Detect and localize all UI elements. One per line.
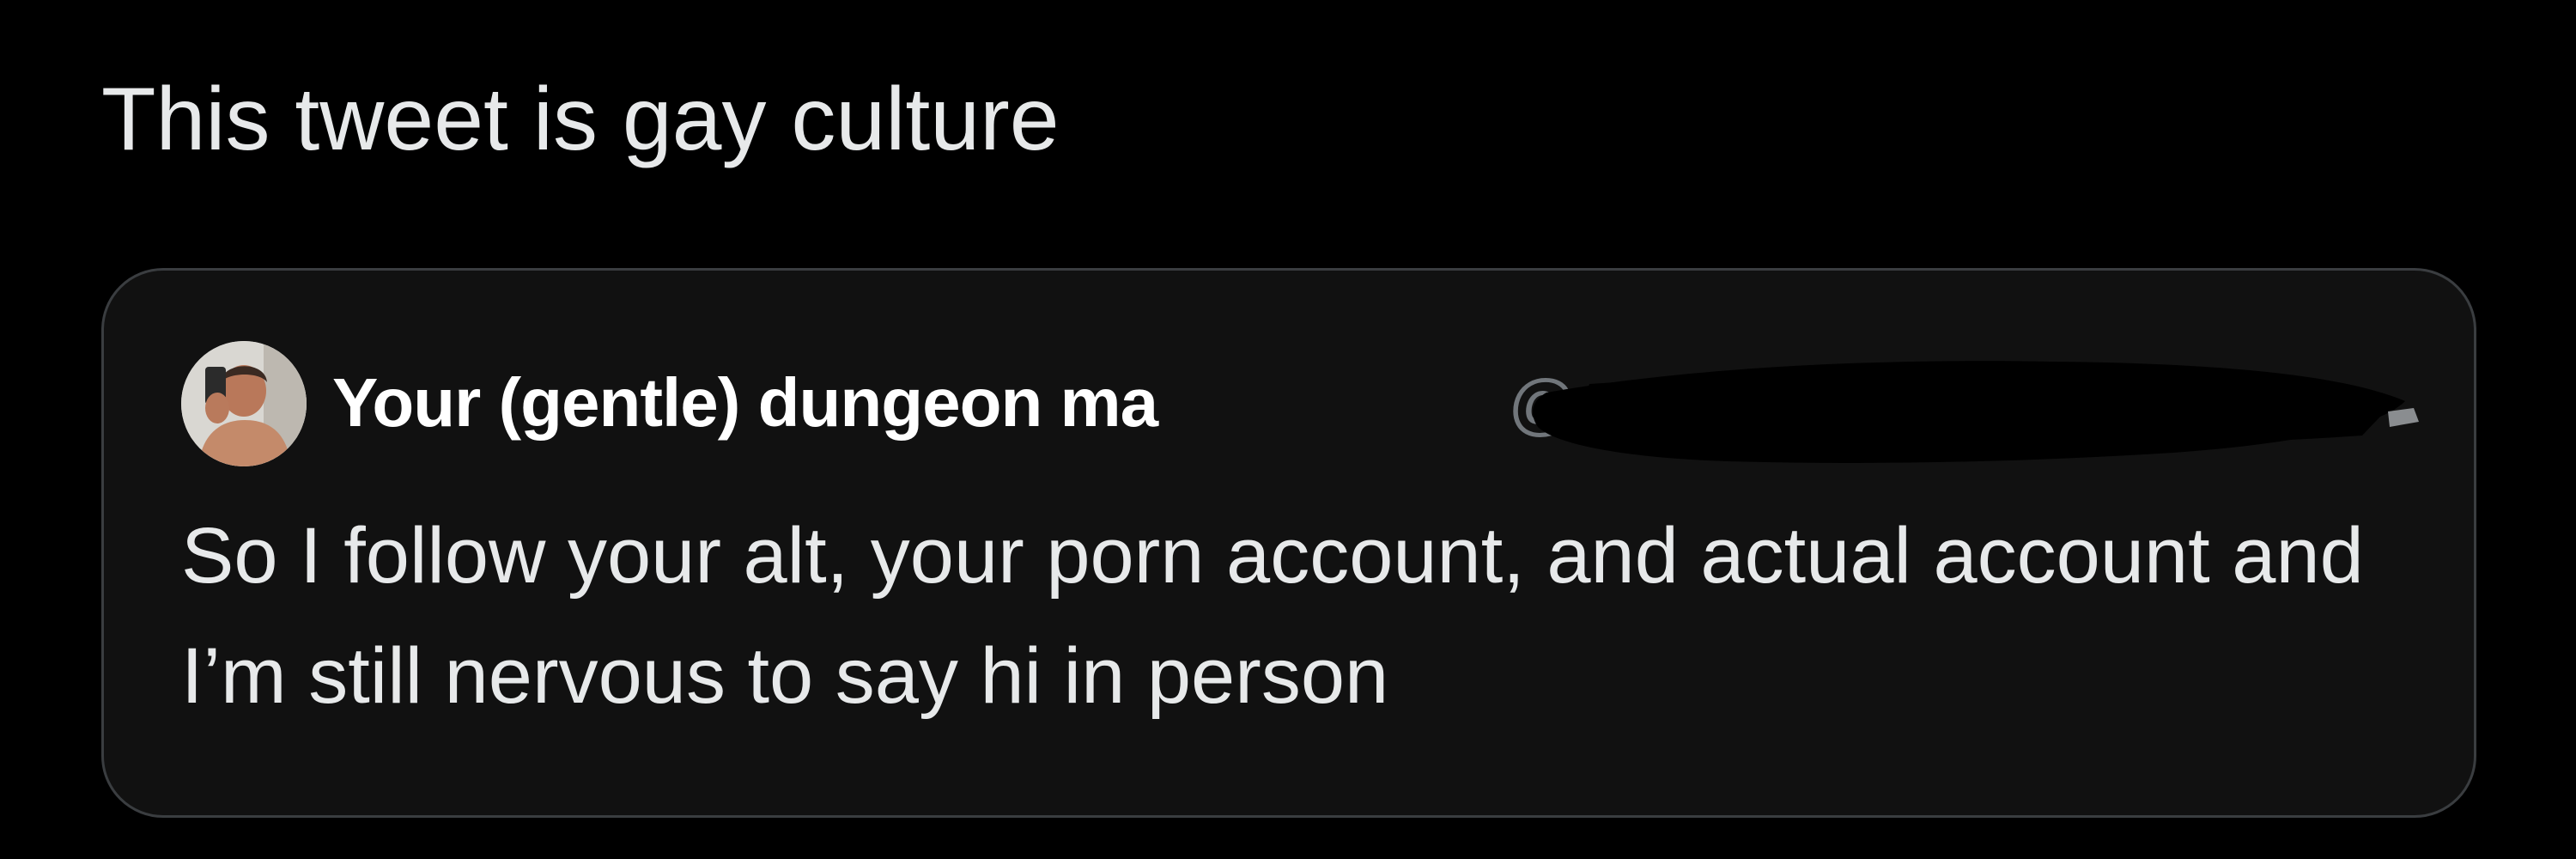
quoted-tweet-card[interactable]: Your (gentle) dungeon ma @ So I follow y… [101, 268, 2476, 818]
quoted-tweet-header: Your (gentle) dungeon ma @ [181, 341, 2431, 470]
avatar[interactable] [181, 341, 307, 466]
display-name[interactable]: Your (gentle) dungeon ma [332, 360, 1158, 446]
profile-photo-icon [181, 341, 307, 466]
quoted-tweet-text: So I follow your alt, your porn account,… [181, 512, 2364, 720]
redaction-scribble [1533, 361, 2419, 463]
tweet-text: This tweet is gay culture [101, 70, 1060, 169]
